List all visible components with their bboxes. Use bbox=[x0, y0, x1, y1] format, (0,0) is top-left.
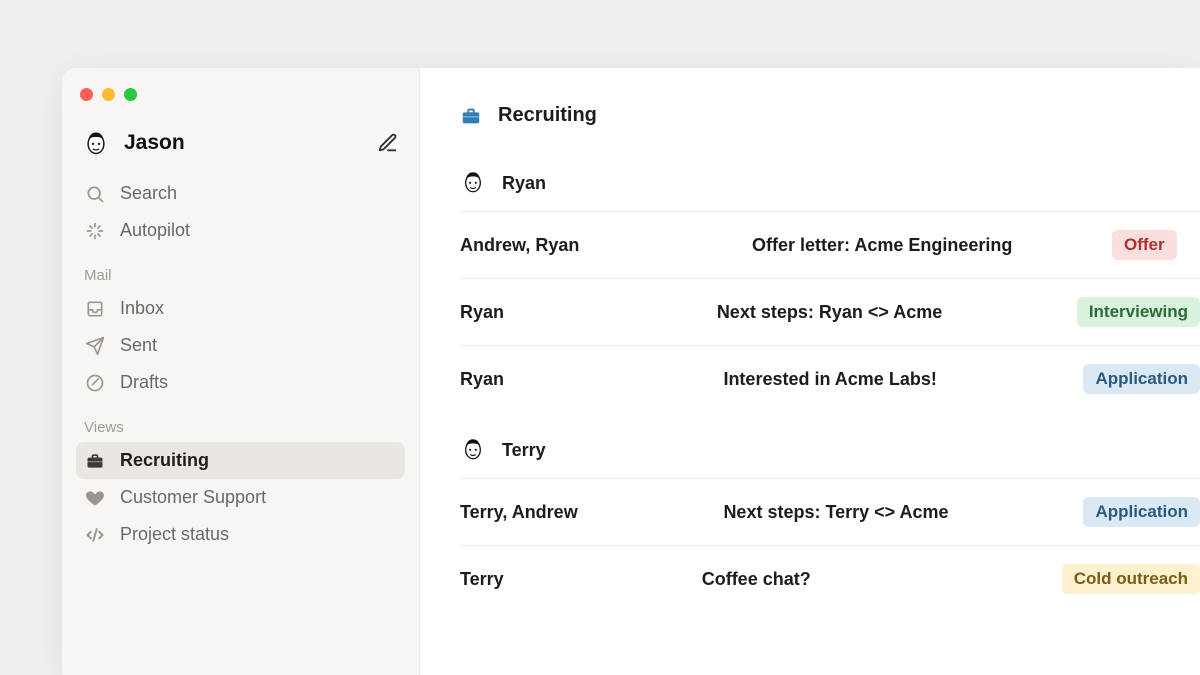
compose-icon bbox=[377, 132, 399, 154]
group-name: Ryan bbox=[502, 173, 546, 194]
app-window: Jason Search Autopilot Mail bbox=[62, 68, 1200, 675]
sidebar-item-label: Drafts bbox=[120, 372, 168, 393]
window-zoom-button[interactable] bbox=[124, 88, 137, 101]
sidebar-item-project-status[interactable]: Project status bbox=[76, 516, 405, 553]
mail-subject: Interested in Acme Labs! bbox=[723, 369, 1083, 390]
view-title: Recruiting bbox=[498, 104, 597, 127]
status-tag: Application bbox=[1083, 497, 1200, 527]
group-header[interactable]: Terry bbox=[460, 422, 1200, 478]
group-name: Terry bbox=[502, 440, 546, 461]
mail-from: Andrew, Ryan bbox=[460, 235, 752, 256]
briefcase-icon bbox=[84, 451, 106, 471]
mail-from: Ryan bbox=[460, 369, 723, 390]
status-tag: Cold outreach bbox=[1062, 564, 1200, 594]
sidebar-item-inbox[interactable]: Inbox bbox=[76, 290, 405, 327]
sidebar-item-label: Inbox bbox=[120, 298, 164, 319]
search-icon bbox=[84, 184, 106, 204]
mail-subject: Next steps: Ryan <> Acme bbox=[717, 302, 1077, 323]
view-header: Recruiting bbox=[460, 104, 1200, 127]
mail-from: Ryan bbox=[460, 302, 717, 323]
sidebar-item-recruiting[interactable]: Recruiting bbox=[76, 442, 405, 479]
mail-subject: Next steps: Terry <> Acme bbox=[723, 502, 1083, 523]
avatar bbox=[460, 436, 488, 464]
code-icon bbox=[84, 525, 106, 545]
window-controls bbox=[76, 86, 405, 125]
avatar bbox=[82, 129, 110, 157]
mail-row[interactable]: Andrew, Ryan Offer letter: Acme Engineer… bbox=[460, 211, 1200, 278]
search-label: Search bbox=[120, 183, 177, 204]
avatar bbox=[460, 169, 488, 197]
sidebar-item-sent[interactable]: Sent bbox=[76, 327, 405, 364]
search-item[interactable]: Search bbox=[76, 175, 405, 212]
sidebar-item-label: Sent bbox=[120, 335, 157, 356]
autopilot-label: Autopilot bbox=[120, 220, 190, 241]
main-pane: Recruiting Ryan Andrew, Ryan Offer lette… bbox=[420, 68, 1200, 675]
sparkle-icon bbox=[84, 221, 106, 241]
account-name: Jason bbox=[124, 131, 185, 155]
section-label-mail: Mail bbox=[84, 267, 405, 284]
drafts-icon bbox=[84, 373, 106, 393]
sidebar: Jason Search Autopilot Mail bbox=[62, 68, 420, 675]
window-close-button[interactable] bbox=[80, 88, 93, 101]
heart-icon bbox=[84, 488, 106, 508]
mail-subject: Offer letter: Acme Engineering bbox=[752, 235, 1112, 256]
sidebar-item-label: Project status bbox=[120, 524, 229, 545]
briefcase-icon bbox=[460, 105, 482, 127]
autopilot-item[interactable]: Autopilot bbox=[76, 212, 405, 249]
status-tag: Offer bbox=[1112, 230, 1177, 260]
compose-button[interactable] bbox=[377, 132, 399, 154]
mail-from: Terry bbox=[460, 569, 702, 590]
sidebar-item-drafts[interactable]: Drafts bbox=[76, 364, 405, 401]
sidebar-item-customer-support[interactable]: Customer Support bbox=[76, 479, 405, 516]
section-label-views: Views bbox=[84, 419, 405, 436]
mail-from: Terry, Andrew bbox=[460, 502, 723, 523]
sidebar-item-label: Customer Support bbox=[120, 487, 266, 508]
sidebar-item-label: Recruiting bbox=[120, 450, 209, 471]
account-row[interactable]: Jason bbox=[76, 125, 405, 175]
mail-row[interactable]: Terry Coffee chat? Cold outreach bbox=[460, 545, 1200, 612]
group-header[interactable]: Ryan bbox=[460, 155, 1200, 211]
inbox-icon bbox=[84, 299, 106, 319]
status-tag: Interviewing bbox=[1077, 297, 1200, 327]
mail-subject: Coffee chat? bbox=[702, 569, 1062, 590]
sent-icon bbox=[84, 336, 106, 356]
window-minimize-button[interactable] bbox=[102, 88, 115, 101]
mail-row[interactable]: Ryan Interested in Acme Labs! Applicatio… bbox=[460, 345, 1200, 412]
mail-row[interactable]: Ryan Next steps: Ryan <> Acme Interviewi… bbox=[460, 278, 1200, 345]
mail-row[interactable]: Terry, Andrew Next steps: Terry <> Acme … bbox=[460, 478, 1200, 545]
status-tag: Application bbox=[1083, 364, 1200, 394]
